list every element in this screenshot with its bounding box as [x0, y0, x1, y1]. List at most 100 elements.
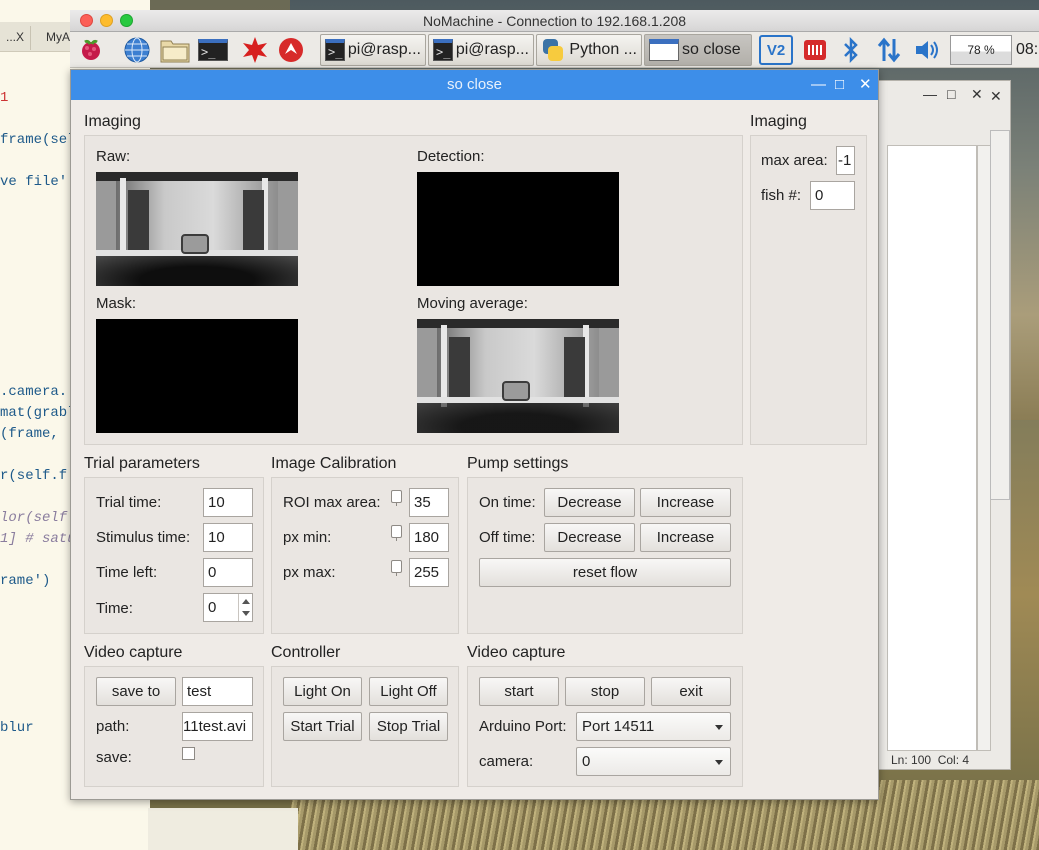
fish-count-field[interactable]: 0 — [810, 181, 855, 210]
stop-button[interactable]: stop — [565, 677, 645, 706]
light-on-button[interactable]: Light On — [283, 677, 362, 706]
code-line: blur — [0, 720, 34, 736]
chevron-down-icon — [715, 760, 723, 765]
save-checkbox[interactable] — [182, 747, 195, 760]
minimize-icon[interactable]: — — [811, 70, 826, 100]
on-time-label: On time: — [479, 494, 536, 511]
network-icon[interactable] — [874, 35, 904, 65]
window-title: so close — [71, 70, 878, 100]
taskbar-task-terminal-2[interactable]: >_ pi@rasp... — [428, 34, 534, 66]
mathematica-icon[interactable] — [240, 35, 270, 65]
code-line: 1 — [0, 90, 9, 106]
vnc-icon[interactable]: V2 — [758, 35, 794, 65]
window-icon — [649, 39, 679, 61]
path-field[interactable]: 11test.avi — [182, 712, 253, 741]
code-line: (frame, — [0, 426, 68, 442]
editor-tab[interactable]: ...X — [0, 26, 32, 50]
stimulus-time-field[interactable]: 10 — [203, 523, 253, 552]
start-trial-button[interactable]: Start Trial — [283, 712, 362, 741]
web-browser-icon[interactable] — [122, 35, 152, 65]
detection-label: Detection: — [417, 148, 485, 165]
exit-button[interactable]: exit — [651, 677, 731, 706]
on-time-increase-button[interactable]: Increase — [640, 488, 731, 517]
nomachine-title: NoMachine - Connection to 192.168.1.208 — [422, 13, 687, 29]
text-editor-content[interactable] — [887, 145, 977, 751]
raspberry-menu-icon[interactable] — [76, 35, 106, 65]
video-capture-heading: Video capture — [84, 644, 183, 661]
cpu-monitor[interactable]: 78 % — [950, 35, 1012, 65]
on-time-decrease-button[interactable]: Decrease — [544, 488, 635, 517]
close-icon[interactable]: ✕ — [859, 70, 872, 100]
editor-footer — [148, 808, 298, 850]
close-icon[interactable]: ✕ — [971, 86, 983, 103]
terminal-icon: >_ — [433, 39, 453, 61]
px-max-slider[interactable] — [391, 560, 402, 576]
maximize-icon[interactable]: □ — [947, 86, 955, 102]
code-line: ve file' — [0, 174, 68, 190]
task-label: Python ... — [569, 41, 637, 58]
code-line: rame') — [0, 573, 51, 589]
spinbox-arrows-icon[interactable] — [238, 594, 252, 621]
mask-label: Mask: — [96, 295, 137, 312]
px-min-label: px min: — [283, 529, 332, 546]
stop-trial-button[interactable]: Stop Trial — [369, 712, 448, 741]
code-line: .camera. — [0, 384, 68, 400]
reset-flow-button[interactable]: reset flow — [479, 558, 731, 587]
video-capture-control-heading: Video capture — [467, 644, 566, 661]
task-label: pi@rasp... — [455, 41, 529, 58]
text-editor-scrollbar[interactable] — [977, 145, 991, 751]
maximize-icon[interactable]: □ — [835, 70, 844, 100]
trial-time-field[interactable]: 10 — [203, 488, 253, 517]
terminal-icon[interactable]: >_ — [198, 35, 228, 65]
time-left-label: Time left: — [96, 564, 158, 581]
time-spinbox[interactable]: 0 — [203, 593, 253, 622]
arduino-port-label: Arduino Port: — [479, 718, 567, 735]
px-min-slider[interactable] — [391, 525, 402, 541]
cpu-usage-value: 78 % — [950, 35, 1012, 65]
save-to-field[interactable]: test — [182, 677, 253, 706]
app-indicator-icon[interactable] — [800, 35, 830, 65]
minimize-icon[interactable]: — — [923, 86, 937, 102]
time-spinbox-value: 0 — [208, 599, 217, 616]
image-calibration-heading: Image Calibration — [271, 455, 397, 472]
text-editor-status: Ln: 100 Col: 4 — [879, 753, 990, 769]
px-max-field[interactable]: 255 — [409, 558, 449, 587]
camera-label: camera: — [479, 753, 534, 770]
light-off-button[interactable]: Light Off — [369, 677, 448, 706]
trial-time-label: Trial time: — [96, 494, 162, 511]
pump-settings-heading: Pump settings — [467, 455, 569, 472]
off-time-decrease-button[interactable]: Decrease — [544, 523, 635, 552]
so-close-window: so close — □ ✕ Imaging Raw: Detection: M… — [70, 69, 879, 800]
outer-scrollbar[interactable] — [990, 130, 1010, 500]
time-left-field[interactable]: 0 — [203, 558, 253, 587]
save-to-button[interactable]: save to — [96, 677, 176, 706]
code-line: lor(self — [0, 510, 68, 526]
close-icon[interactable]: ✕ — [990, 88, 1002, 105]
off-time-increase-button[interactable]: Increase — [640, 523, 731, 552]
max-area-field[interactable]: -1 — [836, 146, 855, 175]
camera-value: 0 — [582, 753, 591, 770]
trial-parameters-heading: Trial parameters — [84, 455, 200, 472]
volume-icon[interactable] — [912, 35, 942, 65]
taskbar-task-so-close[interactable]: so close — [644, 34, 752, 66]
stimulus-time-label: Stimulus time: — [96, 529, 191, 546]
roi-max-area-field[interactable]: 35 — [409, 488, 449, 517]
roi-slider[interactable] — [391, 490, 402, 506]
detection-image — [417, 172, 619, 286]
file-manager-icon[interactable] — [160, 35, 190, 65]
raw-image — [96, 172, 298, 286]
code-line: 1] # satu — [0, 531, 76, 547]
camera-dropdown[interactable]: 0 — [576, 747, 731, 776]
start-button[interactable]: start — [479, 677, 559, 706]
chevron-down-icon — [715, 725, 723, 730]
code-line: r(self.f — [0, 468, 68, 484]
terminal-icon: >_ — [325, 39, 345, 61]
controller-heading: Controller — [271, 644, 341, 661]
bluetooth-icon[interactable] — [836, 35, 866, 65]
nomachine-titlebar: NoMachine - Connection to 192.168.1.208 — [70, 10, 1039, 32]
taskbar-task-python[interactable]: Python ... — [536, 34, 642, 66]
arduino-port-dropdown[interactable]: Port 14511 — [576, 712, 731, 741]
taskbar-task-terminal-1[interactable]: >_ pi@rasp... — [320, 34, 426, 66]
wolfram-icon[interactable] — [276, 35, 306, 65]
px-min-field[interactable]: 180 — [409, 523, 449, 552]
